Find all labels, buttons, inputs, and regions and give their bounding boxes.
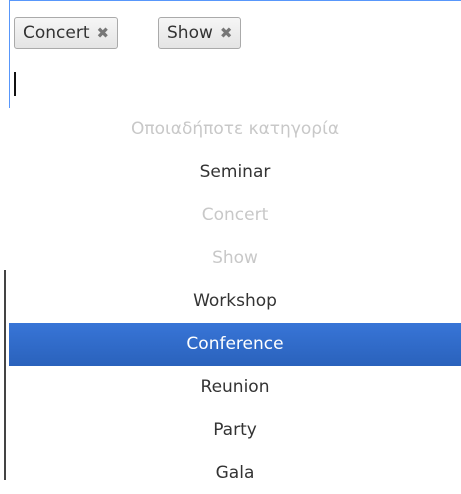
page-edge-divider	[4, 270, 6, 480]
option-concert: Concert	[201, 205, 269, 225]
option-gala[interactable]: Gala	[9, 452, 461, 494]
text-caret	[14, 72, 16, 96]
option-conference[interactable]: Conference	[9, 323, 461, 366]
option-any-category: Οποιαδήποτε κατηγορία	[130, 119, 340, 139]
remove-chip-icon[interactable]: ✖	[220, 25, 233, 41]
page: Concert ✖ Show ✖ Οποιαδήποτε κατηγορία S…	[0, 0, 461, 494]
option-reunion[interactable]: Reunion	[9, 366, 461, 409]
selected-chip-concert: Concert ✖	[14, 17, 119, 49]
selection-box[interactable]: Concert ✖ Show ✖	[9, 0, 461, 108]
option-show: Show	[212, 248, 258, 268]
option-seminar[interactable]: Seminar	[9, 151, 461, 194]
search-input[interactable]	[13, 71, 433, 99]
category-multiselect[interactable]: Concert ✖ Show ✖ Οποιαδήποτε κατηγορία S…	[9, 0, 461, 494]
chip-label: Concert	[23, 22, 90, 43]
remove-chip-icon[interactable]: ✖	[97, 25, 110, 41]
results-list: Οποιαδήποτε κατηγορία Seminar Concert Sh…	[9, 108, 461, 494]
chip-label: Show	[167, 22, 213, 43]
option-party[interactable]: Party	[9, 409, 461, 452]
selected-chip-show: Show ✖	[158, 17, 242, 49]
option-workshop[interactable]: Workshop	[9, 280, 461, 323]
